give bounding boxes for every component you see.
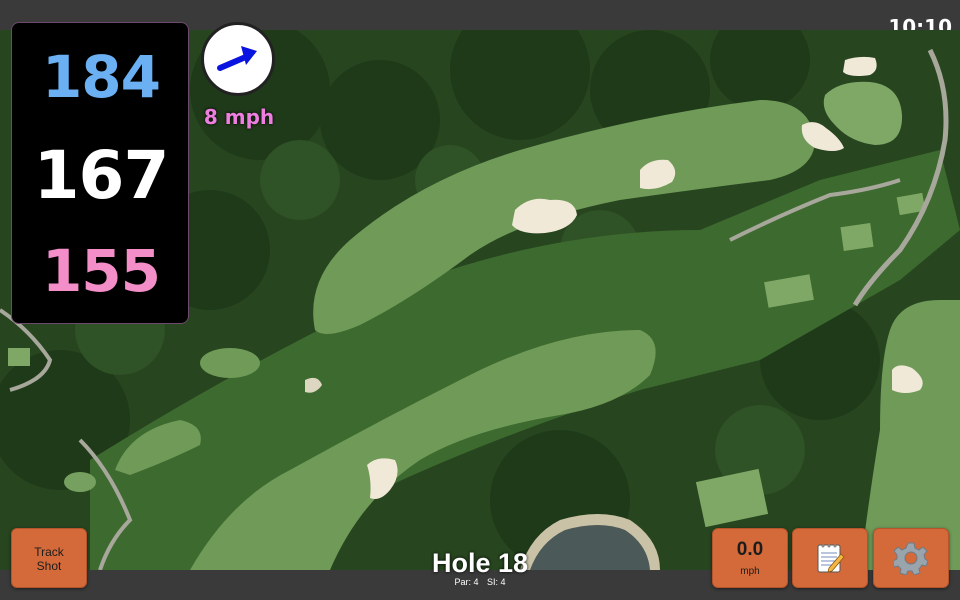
- wind-indicator: [201, 22, 275, 96]
- speed-unit: mph: [740, 566, 760, 577]
- gear-icon: [894, 542, 928, 575]
- arrow-icon: [217, 46, 257, 71]
- stroke-index-label: SI: 4: [487, 577, 506, 587]
- front-distance: 155: [41, 237, 161, 305]
- back-distance: 184: [41, 43, 161, 111]
- notes-button[interactable]: [792, 528, 868, 588]
- center-distance: 167: [33, 137, 170, 214]
- distance-panel: 184 167 155: [11, 22, 189, 324]
- settings-button[interactable]: [873, 528, 949, 588]
- track-shot-label-line1: Track: [34, 545, 64, 559]
- hole-info: Par: 4 SI: 4: [420, 577, 540, 587]
- hole-title: Hole 18: [431, 548, 529, 578]
- track-shot-button[interactable]: Track Shot: [11, 528, 87, 588]
- track-shot-label-line2: Shot: [36, 559, 62, 573]
- notepad-icon: [817, 544, 845, 573]
- par-label: Par: 4: [454, 577, 479, 587]
- wind-speed: 8 mph: [203, 105, 275, 129]
- speed-button[interactable]: 0.0 mph: [712, 528, 788, 588]
- speed-value: 0.0: [736, 539, 764, 560]
